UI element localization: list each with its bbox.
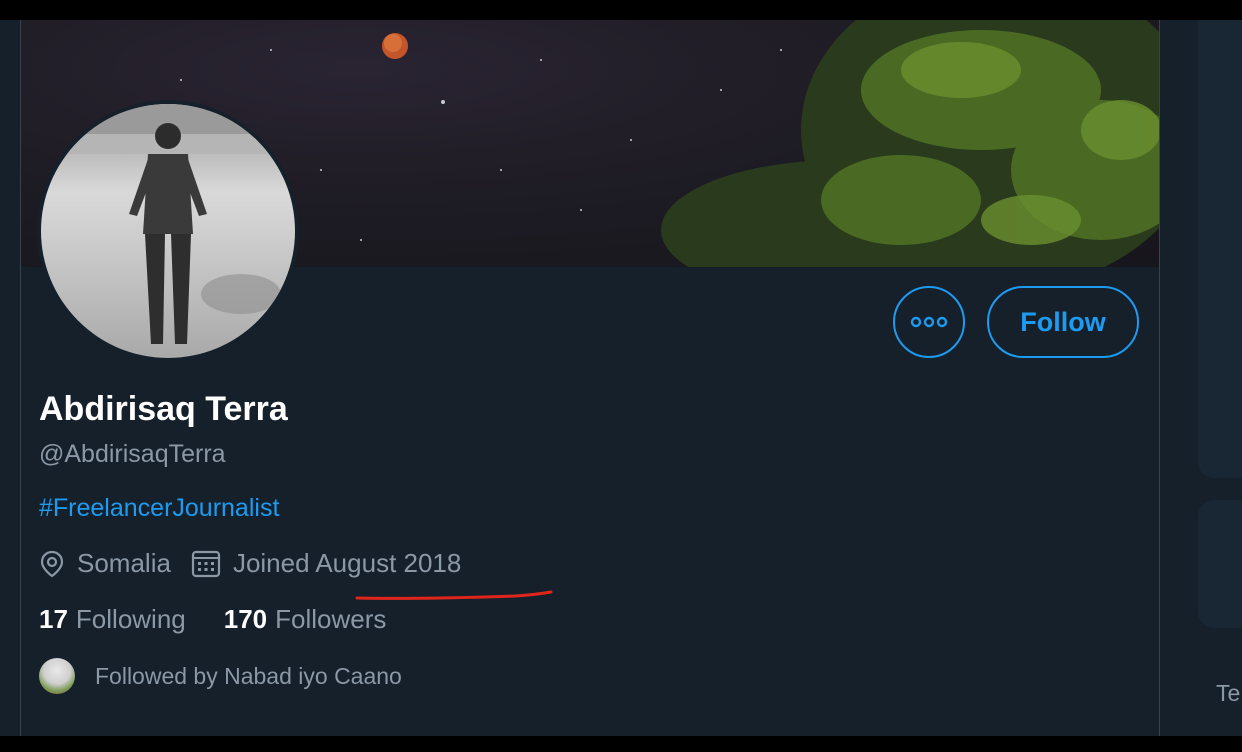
right-sidebar: Te [1160,20,1242,736]
more-options-button[interactable] [893,286,965,358]
location-pin-icon [40,550,64,577]
following-link[interactable]: 17 Following [39,604,186,635]
profile-name: Abdirisaq Terra [39,390,288,428]
profile-avatar[interactable] [37,100,299,362]
joined-date-text: Joined August 2018 [232,548,462,578]
following-count: 17 [39,604,68,634]
profile-meta: Somalia Joined August 2018 [39,548,481,579]
follow-stats: 17 Following 170 Followers [39,604,424,635]
calendar-icon [191,550,221,577]
sidebar-card [1198,20,1242,478]
sidebar-partial-text[interactable]: Te [1216,680,1240,707]
followed-by-row[interactable]: Followed by Nabad iyo Caano [39,658,402,694]
profile-handle: @AbdirisaqTerra [39,440,226,468]
red-annotation-underline [355,590,553,600]
avatar-photo [41,104,295,358]
joined-item: Joined August 2018 [191,548,461,579]
sidebar-card-secondary [1198,500,1242,628]
followed-by-text: Followed by Nabad iyo Caano [95,662,402,689]
follow-button[interactable]: Follow [987,286,1139,358]
followers-count: 170 [223,604,268,634]
bio-hashtag-link[interactable]: #FreelancerJournalist [39,494,279,523]
followers-link[interactable]: 170 Followers [224,604,387,635]
profile-main-column: Follow Abdirisaq Terra @AbdirisaqTerra #… [21,20,1160,736]
more-options-icon [910,316,948,328]
location-item: Somalia [39,548,171,579]
following-label: Following [75,604,186,634]
followers-label: Followers [275,604,387,634]
follower-avatar [39,658,75,694]
top-black-bar [0,0,1242,20]
left-column [0,20,21,736]
location-text: Somalia [77,548,171,578]
bottom-black-bar [0,736,1242,752]
